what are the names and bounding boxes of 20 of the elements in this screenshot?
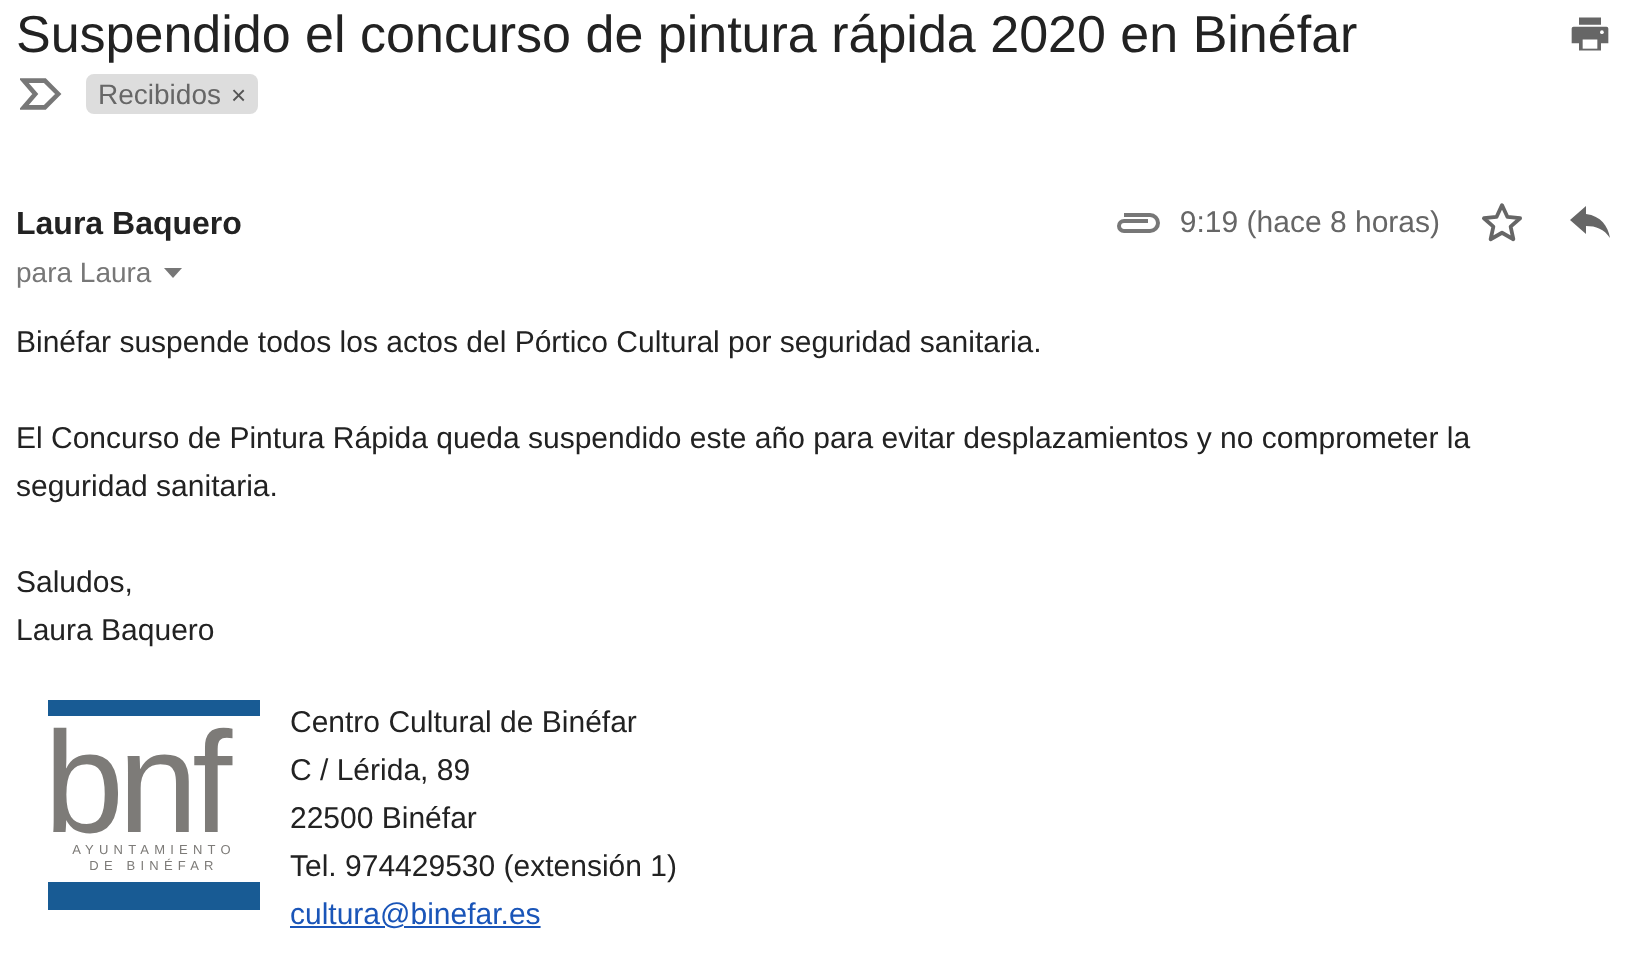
recipient-text: para Laura (16, 256, 152, 288)
message-paragraph: Binéfar suspende todos los actos del Pórtico Cultural por seguridad sanitaria. (16, 324, 1044, 364)
remove-label-button[interactable]: × (230, 79, 247, 109)
label-chip[interactable]: Recibidos × (86, 74, 259, 114)
email-subject: Suspendido el concurso de pintura rápida 2020 en Binéfar (16, 3, 1358, 65)
message-paragraph: Saludos, Laura Baquero (16, 564, 217, 652)
reply-icon[interactable] (1568, 205, 1612, 239)
logo-mark: bnf (48, 724, 228, 844)
star-icon[interactable] (1480, 202, 1524, 242)
signature-line: Tel. 974429530 (extensión 1) (290, 848, 677, 888)
signature-line: C / Lérida, 89 (290, 752, 473, 792)
sender-name: Laura Baquero (16, 208, 242, 244)
print-icon[interactable] (1568, 12, 1612, 56)
email-link[interactable]: cultura@binefar.es (290, 892, 541, 940)
signature-line: Centro Cultural de Binéfar (290, 704, 639, 744)
message-paragraph: El Concurso de Pintura Rápida queda suspendido este año para evitar desplazamientos y no comprometer la seguridad sanitaria. (16, 420, 1473, 508)
signature-line: 22500 Binéfar (290, 800, 479, 840)
dropdown-caret-icon[interactable] (163, 267, 182, 277)
importance-marker-icon (20, 74, 62, 114)
message-time: 9:19 (hace 8 horas) (1179, 205, 1440, 239)
